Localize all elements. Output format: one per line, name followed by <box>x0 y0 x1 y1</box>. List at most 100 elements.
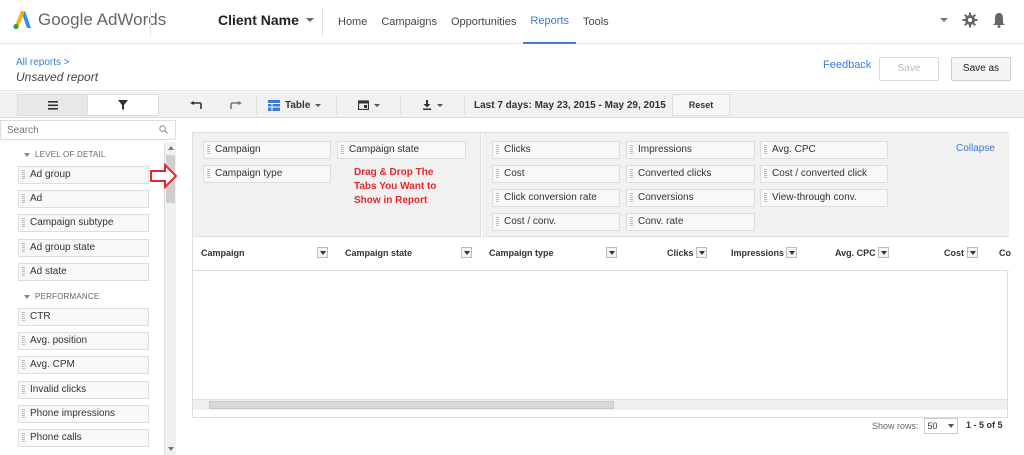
chip-campaign[interactable]: Campaign <box>203 141 331 159</box>
chevron-down-icon <box>374 103 380 107</box>
chip-conversions[interactable]: Conversions <box>626 189 755 207</box>
download-icon <box>423 100 431 110</box>
nav-reports[interactable]: Reports <box>523 0 576 44</box>
field-ad-group-state[interactable]: Ad group state <box>18 239 149 257</box>
chart-menu[interactable] <box>358 92 380 118</box>
collapse-link[interactable]: Collapse <box>956 143 995 154</box>
scrollbar-thumb[interactable] <box>209 401 614 409</box>
undo-icon <box>190 100 202 109</box>
chip-conv-rate[interactable]: Conv. rate <box>626 213 755 231</box>
chevron-down-icon <box>315 103 322 107</box>
col-menu-icon[interactable] <box>878 247 889 258</box>
divider <box>150 8 151 36</box>
col-truncated[interactable]: Co <box>999 248 1011 258</box>
section-level-of-detail[interactable]: LEVEL OF DETAIL <box>24 150 106 159</box>
field-invalid-clicks[interactable]: Invalid clicks <box>18 381 149 399</box>
divider <box>464 96 465 114</box>
chip-avg-cpc[interactable]: Avg. CPC <box>760 141 888 159</box>
client-selector[interactable]: Client Name <box>218 12 314 28</box>
chip-view-through-conv[interactable]: View-through conv. <box>760 189 888 207</box>
triangle-down-icon <box>24 294 30 299</box>
field-avg-position[interactable]: Avg. position <box>18 332 149 350</box>
field-phone-calls[interactable]: Phone calls <box>18 429 149 447</box>
divider <box>336 96 337 114</box>
undo-button[interactable] <box>190 92 202 118</box>
chip-cost[interactable]: Cost <box>492 165 620 183</box>
col-avg-cpc[interactable]: Avg. CPC <box>835 248 876 258</box>
report-workspace: Campaign Campaign state Campaign type Cl… <box>192 132 1011 418</box>
field-ctr[interactable]: CTR <box>18 308 149 326</box>
metric-dropzone[interactable]: Clicks Impressions Avg. CPC Cost Convert… <box>482 133 1009 237</box>
tab-columns[interactable] <box>17 94 89 116</box>
chip-campaign-type[interactable]: Campaign type <box>203 165 331 183</box>
date-range-selector[interactable]: Last 7 days: May 23, 2015 - May 29, 2015 <box>474 92 682 118</box>
chip-click-conversion-rate[interactable]: Click conversion rate <box>492 189 620 207</box>
rows-per-page-select[interactable]: 50 <box>923 418 958 434</box>
chip-campaign-state[interactable]: Campaign state <box>337 141 466 159</box>
red-arrow-annotation <box>150 163 178 189</box>
col-clicks[interactable]: Clicks <box>667 248 694 258</box>
chevron-down-icon <box>437 103 443 107</box>
chip-clicks[interactable]: Clicks <box>492 141 620 159</box>
nav-home[interactable]: Home <box>331 0 374 44</box>
logo-text: Google AdWords <box>38 10 167 29</box>
report-title[interactable]: Unsaved report <box>16 70 98 84</box>
search-input[interactable] <box>0 120 176 140</box>
show-rows-label: Show rows: <box>872 421 919 431</box>
date-range-label: Last 7 days: May 23, 2015 - May 29, 2015 <box>474 99 666 111</box>
col-impressions[interactable]: Impressions <box>731 248 784 258</box>
dimension-dropzone[interactable]: Campaign Campaign state Campaign type <box>193 133 481 237</box>
chevron-down-icon[interactable] <box>940 17 948 23</box>
table-header: Campaign Campaign state Campaign type Cl… <box>193 237 1011 271</box>
scroll-up-icon[interactable] <box>168 146 174 150</box>
redo-button[interactable] <box>230 92 242 118</box>
breadcrumb-all-reports[interactable]: All reports > <box>16 57 70 68</box>
client-name: Client Name <box>218 12 299 28</box>
top-icons <box>940 12 1006 28</box>
col-menu-icon[interactable] <box>696 247 707 258</box>
col-campaign[interactable]: Campaign <box>201 248 245 258</box>
bell-icon[interactable] <box>992 12 1006 28</box>
save-as-button[interactable]: Save as <box>951 57 1011 81</box>
col-menu-icon[interactable] <box>461 247 472 258</box>
chip-converted-clicks[interactable]: Converted clicks <box>626 165 755 183</box>
field-ad-state[interactable]: Ad state <box>18 263 149 281</box>
table-hscrollbar[interactable] <box>193 399 1007 410</box>
col-campaign-type[interactable]: Campaign type <box>489 248 554 258</box>
col-campaign-state[interactable]: Campaign state <box>345 248 412 258</box>
calendar-icon <box>358 100 369 110</box>
report-toolbar: Table Last 7 days: May 23, 2015 - May 29… <box>176 92 1024 118</box>
nav-opportunities[interactable]: Opportunities <box>444 0 523 44</box>
gear-icon[interactable] <box>962 12 978 28</box>
save-button[interactable]: Save <box>879 57 939 81</box>
triangle-down-icon <box>24 152 30 157</box>
col-menu-icon[interactable] <box>606 247 617 258</box>
view-label: Table <box>285 99 311 111</box>
field-phone-impressions[interactable]: Phone impressions <box>18 405 149 423</box>
nav-campaigns[interactable]: Campaigns <box>374 0 444 44</box>
col-menu-icon[interactable] <box>317 247 328 258</box>
show-rows-control: Show rows: 50 <box>872 418 958 434</box>
adwords-logo[interactable]: Google AdWords <box>12 10 166 30</box>
tab-filters[interactable] <box>87 94 159 116</box>
col-menu-icon[interactable] <box>786 247 797 258</box>
col-menu-icon[interactable] <box>967 247 978 258</box>
reset-button[interactable]: Reset <box>672 94 730 116</box>
field-ad-group[interactable]: Ad group <box>18 166 149 184</box>
field-avg-cpm[interactable]: Avg. CPM <box>18 356 149 374</box>
divider <box>322 8 323 36</box>
view-selector[interactable]: Table <box>268 92 322 118</box>
scroll-down-icon[interactable] <box>168 447 174 451</box>
chip-cost-per-converted-click[interactable]: Cost / converted click <box>760 165 888 183</box>
field-campaign-subtype[interactable]: Campaign subtype <box>18 214 149 232</box>
section-performance[interactable]: PERFORMANCE <box>24 292 99 301</box>
field-ad[interactable]: Ad <box>18 190 149 208</box>
col-cost[interactable]: Cost <box>944 248 964 258</box>
left-panel-tabs <box>0 92 176 118</box>
download-menu[interactable] <box>422 92 443 118</box>
nav-tools[interactable]: Tools <box>576 0 616 44</box>
chip-impressions[interactable]: Impressions <box>626 141 755 159</box>
chip-cost-per-conv[interactable]: Cost / conv. <box>492 213 620 231</box>
feedback-link[interactable]: Feedback <box>823 59 871 71</box>
table-icon <box>268 99 280 111</box>
